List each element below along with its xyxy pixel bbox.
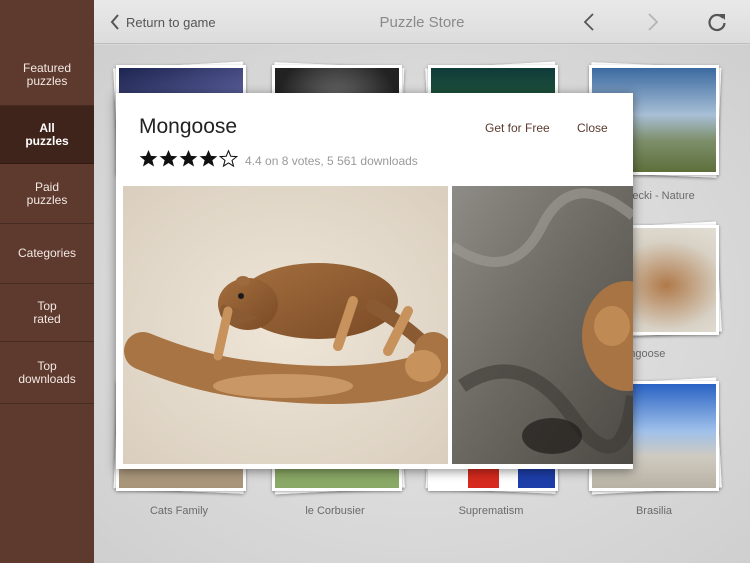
rating-info: 4.4 on 8 votes, 5 561 downloads xyxy=(245,154,418,168)
puzzle-title: Bielecki - Nature xyxy=(614,190,695,202)
sidebar-item-all-puzzles[interactable]: All puzzles xyxy=(0,106,94,164)
sidebar-item-label: All puzzles xyxy=(25,120,69,148)
puzzle-title: le Corbusier xyxy=(305,505,365,517)
star-filled-icon xyxy=(159,149,178,167)
close-button[interactable]: Close xyxy=(577,121,608,135)
sidebar-item-label: Paid puzzles xyxy=(26,179,68,207)
sidebar-item-featured-puzzles[interactable]: Featured puzzles xyxy=(0,44,94,106)
puzzle-title: Mongoose xyxy=(614,348,666,360)
top-bar: Return to game Puzzle Store xyxy=(94,0,750,44)
chevron-left-icon[interactable] xyxy=(582,12,596,32)
sidebar-item-label: Categories xyxy=(17,246,77,260)
puzzle-title: Suprematism xyxy=(458,505,524,517)
puzzle-title: Cats Family xyxy=(149,505,209,517)
sidebar-item-categories[interactable]: Categories xyxy=(0,224,94,284)
puzzle-detail-title: Mongoose xyxy=(139,115,238,138)
sidebar-item-label: Featured puzzles xyxy=(22,60,72,88)
sidebar-item-top-downloads[interactable]: Top downloads xyxy=(0,342,94,404)
star-rating xyxy=(139,149,238,168)
get-for-free-button[interactable]: Get for Free xyxy=(485,121,550,135)
star-filled-icon xyxy=(179,149,198,167)
star-filled-icon xyxy=(139,149,158,167)
puzzle-preview-image xyxy=(123,186,448,464)
puzzle-preview-detail-image xyxy=(452,186,633,464)
sidebar-item-label: Top downloads xyxy=(18,358,76,386)
star-empty-icon xyxy=(219,149,238,168)
sidebar: Featured puzzles All puzzles Paid puzzle… xyxy=(0,0,94,563)
chevron-right-icon[interactable] xyxy=(646,12,660,32)
puzzle-detail-modal: Mongoose Get for Free Close 4.4 on 8 vot… xyxy=(116,93,633,469)
sidebar-item-paid-puzzles[interactable]: Paid puzzles xyxy=(0,164,94,224)
sidebar-item-label: Top rated xyxy=(33,298,61,326)
star-filled-icon xyxy=(199,149,218,167)
reload-icon[interactable] xyxy=(706,11,728,33)
sidebar-item-top-rated[interactable]: Top rated xyxy=(0,284,94,342)
puzzle-title: Brasilia xyxy=(635,505,673,517)
